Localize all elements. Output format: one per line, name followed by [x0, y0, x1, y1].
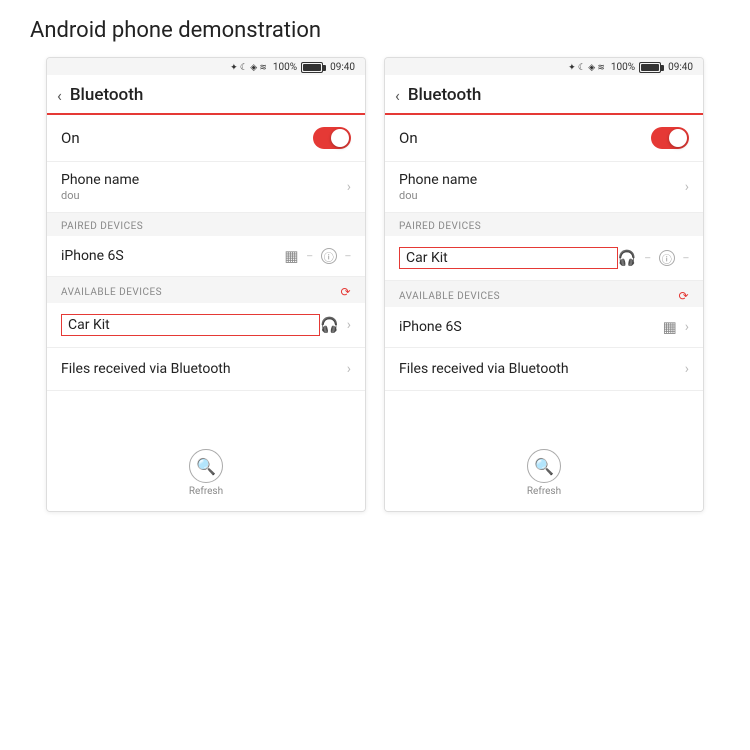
phone-left: ✦ ☾ ◈ ≋ 100% 09:40 ‹ Bluetooth On Phone … — [46, 57, 366, 512]
on-label-left: On — [61, 129, 80, 147]
available-label-left: AVAILABLE DEVICES — [61, 287, 162, 298]
phone-name-row-right[interactable]: Phone name dou › — [385, 162, 703, 213]
paired-device-name-right-0: Car Kit — [399, 247, 618, 269]
battery-right — [639, 62, 661, 73]
status-icons-right: ✦ ☾ ◈ ≋ — [568, 63, 605, 73]
bluetooth-toggle-left[interactable] — [313, 127, 351, 149]
back-button-right[interactable]: ‹ — [395, 86, 400, 105]
info-icon-left-0[interactable]: ⓘ — [321, 248, 337, 264]
headphones-icon-right-paired: 🎧 — [618, 249, 637, 267]
loading-spinner-left: ⟳ — [340, 285, 351, 299]
bt-header-left: ‹ Bluetooth — [47, 75, 365, 115]
phone-name-value-right: dou — [399, 189, 477, 202]
available-section-right: AVAILABLE DEVICES ⟳ — [385, 281, 703, 307]
refresh-button-left[interactable]: 🔍 — [189, 449, 223, 483]
paired-device-left-0[interactable]: iPhone 6S ▦ — ⓘ — — [47, 236, 365, 277]
files-label-left: Files received via Bluetooth — [61, 361, 231, 377]
status-bar-left: ✦ ☾ ◈ ≋ 100% 09:40 — [47, 58, 365, 75]
available-device-chevron-left: › — [347, 317, 351, 333]
available-device-icons-left-0: 🎧 › — [320, 316, 351, 334]
files-label-right: Files received via Bluetooth — [399, 361, 569, 377]
dash2-left-0: — — [345, 252, 351, 261]
refresh-button-right[interactable]: 🔍 — [527, 449, 561, 483]
available-label-right: AVAILABLE DEVICES — [399, 291, 500, 302]
phone-name-label-right: Phone name — [399, 172, 477, 188]
refresh-icon-right: 🔍 — [534, 457, 554, 476]
phone-icon-left: ▦ — [284, 247, 298, 265]
dash2-right-0: — — [683, 254, 689, 263]
available-device-left-0[interactable]: Car Kit 🎧 › — [47, 303, 365, 348]
phone-icon-right: ▦ — [663, 318, 677, 336]
phone-name-chevron-left: › — [347, 179, 351, 195]
dash-left-0: — — [307, 252, 313, 261]
status-bar-right: ✦ ☾ ◈ ≋ 100% 09:40 — [385, 58, 703, 75]
bt-title-right: Bluetooth — [408, 85, 482, 105]
phone-right: ✦ ☾ ◈ ≋ 100% 09:40 ‹ Bluetooth On Phone … — [384, 57, 704, 512]
paired-section-left: PAIRED DEVICES — [47, 213, 365, 236]
headphones-icon-left: 🎧 — [320, 316, 339, 334]
dash-right-0: — — [645, 254, 651, 263]
phone-name-value-left: dou — [61, 189, 139, 202]
status-icons-left: ✦ ☾ ◈ ≋ — [230, 63, 267, 73]
battery-percent-left: 100% — [273, 62, 297, 73]
files-row-right[interactable]: Files received via Bluetooth › — [385, 348, 703, 391]
available-device-name-right-0: iPhone 6S — [399, 319, 663, 335]
bt-title-left: Bluetooth — [70, 85, 144, 105]
bt-header-right: ‹ Bluetooth — [385, 75, 703, 115]
phone-name-label-left: Phone name — [61, 172, 139, 188]
back-button-left[interactable]: ‹ — [57, 86, 62, 105]
on-label-right: On — [399, 129, 418, 147]
on-row-left: On — [47, 115, 365, 162]
bluetooth-toggle-right[interactable] — [651, 127, 689, 149]
available-device-icons-right-0: ▦ › — [663, 318, 689, 336]
files-chevron-right: › — [685, 361, 689, 377]
available-device-right-0[interactable]: iPhone 6S ▦ › — [385, 307, 703, 348]
paired-section-right: PAIRED DEVICES — [385, 213, 703, 236]
available-device-chevron-right: › — [685, 319, 689, 335]
paired-device-icons-right-0: 🎧 — ⓘ — — [618, 249, 689, 267]
on-row-right: On — [385, 115, 703, 162]
refresh-icon-left: 🔍 — [196, 457, 216, 476]
battery-left — [301, 62, 323, 73]
refresh-label-left: Refresh — [189, 486, 223, 497]
available-section-left: AVAILABLE DEVICES ⟳ — [47, 277, 365, 303]
available-device-name-left-0: Car Kit — [61, 314, 320, 336]
refresh-area-left: 🔍 Refresh — [47, 431, 365, 511]
refresh-area-right: 🔍 Refresh — [385, 431, 703, 511]
info-icon-right-0[interactable]: ⓘ — [659, 250, 675, 266]
phone-name-row-left[interactable]: Phone name dou › — [47, 162, 365, 213]
time-left: 09:40 — [330, 62, 355, 73]
paired-device-right-0[interactable]: Car Kit 🎧 — ⓘ — — [385, 236, 703, 281]
page-title: Android phone demonstration — [0, 0, 750, 57]
files-chevron-left: › — [347, 361, 351, 377]
files-row-left[interactable]: Files received via Bluetooth › — [47, 348, 365, 391]
refresh-label-right: Refresh — [527, 486, 561, 497]
paired-device-name-left-0: iPhone 6S — [61, 248, 284, 264]
phone-name-chevron-right: › — [685, 179, 689, 195]
loading-spinner-right: ⟳ — [678, 289, 689, 303]
battery-percent-right: 100% — [611, 62, 635, 73]
paired-device-icons-left-0: ▦ — ⓘ — — [284, 247, 351, 265]
phones-container: ✦ ☾ ◈ ≋ 100% 09:40 ‹ Bluetooth On Phone … — [0, 57, 750, 512]
time-right: 09:40 — [668, 62, 693, 73]
